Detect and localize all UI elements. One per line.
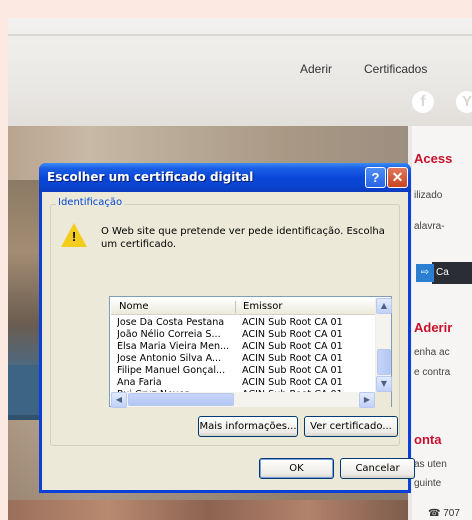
vertical-scrollbar[interactable]: ▲ ▼ — [375, 298, 392, 392]
youtube-icon[interactable]: Y — [456, 91, 472, 113]
cert-name: Jose Antonio Silva A... — [117, 353, 222, 364]
sidebar-phone: ☎ 707 — [428, 508, 460, 519]
sidebar-text: guinte — [414, 478, 442, 489]
column-divider[interactable] — [235, 301, 236, 313]
help-button[interactable]: ? — [365, 167, 386, 188]
sidebar-phone-number: 707 — [443, 508, 460, 519]
certificate-dialog: Escolher um certificado digital ? ✕ Iden… — [39, 163, 415, 493]
scroll-right-icon[interactable]: ▶ — [359, 392, 375, 408]
cert-issuer: ACIN Sub Root CA 01 — [242, 377, 343, 388]
scroll-down-icon[interactable]: ▼ — [376, 376, 392, 392]
warning-icon-mark: ! — [71, 229, 77, 244]
scroll-left-icon[interactable]: ◀ — [111, 392, 127, 408]
cert-name: Elsa Maria Vieira Men... — [117, 341, 230, 352]
list-item[interactable]: Filipe Manuel Gonçal... ACIN Sub Root CA … — [111, 365, 375, 377]
column-header-issuer[interactable]: Emissor — [243, 301, 283, 312]
column-header-name[interactable]: Nome — [119, 301, 149, 312]
desktop-band — [0, 0, 472, 18]
vertical-scroll-thumb[interactable] — [377, 349, 391, 375]
header-divider — [8, 34, 472, 36]
horizontal-scrollbar[interactable]: ◀ ▶ — [111, 392, 375, 408]
list-item[interactable]: Jose Antonio Silva A... ACIN Sub Root CA … — [111, 353, 375, 365]
facebook-icon[interactable]: f — [412, 91, 434, 113]
sidebar-text: enha ac — [414, 347, 450, 358]
list-item[interactable]: Elsa Maria Vieira Men... ACIN Sub Root CA… — [111, 341, 375, 353]
sidebar-title-aderir: Aderir — [414, 320, 453, 335]
more-info-button[interactable]: Mais informações... — [198, 416, 298, 437]
sidebar-text: alavra- — [414, 221, 445, 232]
list-item[interactable]: Jose Da Costa Pestana ACIN Sub Root CA 01 — [111, 317, 375, 329]
dialog-message: O Web site que pretende ver pede identif… — [101, 226, 385, 250]
nav-link-aderir[interactable]: Aderir — [300, 62, 332, 76]
sidebar-text: as uten — [414, 459, 447, 470]
sidebar-login-button[interactable]: ⇨ Ca — [416, 262, 472, 284]
cert-issuer: ACIN Sub Root CA 01 — [242, 317, 343, 328]
login-arrow-icon: ⇨ — [416, 264, 434, 282]
cancel-button[interactable]: Cancelar — [340, 458, 415, 479]
nav-link-certificados[interactable]: Certificados — [364, 62, 427, 76]
sidebar-text: ilizado — [414, 190, 443, 201]
group-label: Identificação — [56, 197, 125, 208]
sidebar-title-contactos: onta — [414, 432, 442, 447]
list-rows: Jose Da Costa Pestana ACIN Sub Root CA 01… — [111, 317, 375, 401]
list-item[interactable]: João Nélio Correia S... ACIN Sub Root CA … — [111, 329, 375, 341]
scrollbar-corner — [375, 392, 391, 407]
cert-issuer: ACIN Sub Root CA 01 — [242, 329, 343, 340]
sidebar-title-acesso: Acess — [414, 151, 453, 166]
cert-name: João Nélio Correia S... — [117, 329, 221, 340]
dialog-title: Escolher um certificado digital — [47, 170, 254, 184]
close-button[interactable]: ✕ — [387, 167, 408, 188]
hero-photo-rooftops — [8, 500, 408, 520]
cert-issuer: ACIN Sub Root CA 01 — [242, 341, 343, 352]
cert-issuer: ACIN Sub Root CA 01 — [242, 365, 343, 376]
cert-name: Filipe Manuel Gonçal... — [117, 365, 226, 376]
horizontal-scroll-thumb[interactable] — [128, 393, 234, 406]
cert-name: Jose Da Costa Pestana — [117, 317, 225, 328]
sidebar-login-label: Ca — [436, 267, 449, 278]
dialog-titlebar[interactable]: Escolher um certificado digital ? ✕ — [39, 163, 411, 192]
ok-button[interactable]: OK — [259, 458, 334, 479]
sidebar-text: e contra — [414, 367, 451, 378]
list-item[interactable]: Ana Faria ACIN Sub Root CA 01 — [111, 377, 375, 389]
scroll-up-icon[interactable]: ▲ — [376, 298, 392, 314]
cert-issuer: ACIN Sub Root CA 01 — [242, 353, 343, 364]
dialog-body: Identificação ! O Web site que pretende … — [42, 192, 415, 490]
cert-name: Ana Faria — [117, 377, 162, 388]
view-certificate-button[interactable]: Ver certificado... — [304, 416, 398, 437]
list-header: Nome Emissor — [111, 298, 375, 315]
certificate-list[interactable]: Nome Emissor Jose Da Costa Pestana ACIN S… — [109, 296, 392, 408]
